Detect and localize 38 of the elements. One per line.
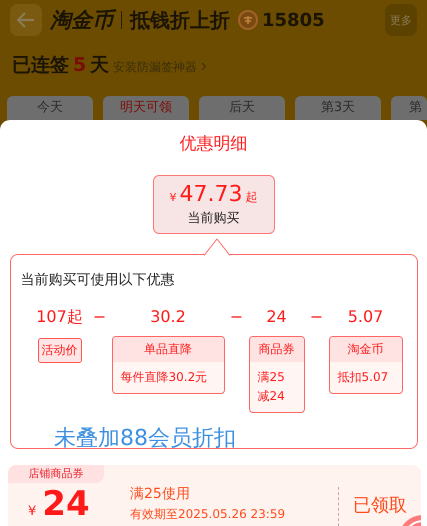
- day-tab[interactable]: 今天: [7, 96, 93, 120]
- card-detail: 满25减24: [256, 369, 286, 405]
- term-value: 30.2: [150, 307, 186, 326]
- coin-count: 15805: [262, 10, 325, 30]
- card-detail: 每件直降30.2元: [120, 369, 208, 386]
- card-title: 商品券: [250, 337, 304, 362]
- price-amount: 47.73: [180, 182, 242, 207]
- currency-sign: ¥: [170, 191, 176, 204]
- coupon-currency: ¥: [28, 504, 36, 519]
- minus-sign: −: [310, 307, 324, 326]
- card-title: 单品直降: [112, 337, 224, 362]
- coupon-amount: 24: [42, 487, 90, 521]
- term-value: 5.07: [348, 307, 384, 326]
- price-caption: 当前购买: [188, 210, 240, 227]
- streak-label: 已连签: [12, 53, 69, 78]
- term-value: 107起: [36, 307, 83, 328]
- coupon-tag: 店铺商品券: [8, 465, 104, 483]
- coupon-validity: 有效期至2025.05.26 23:59: [130, 506, 286, 523]
- price-suffix: 起: [245, 189, 258, 206]
- card-detail: 抵扣5.07: [336, 369, 390, 386]
- minus-sign: −: [230, 307, 244, 326]
- day-tab[interactable]: 第: [391, 96, 427, 120]
- day-tab[interactable]: 第3天: [295, 96, 381, 120]
- sheet-title: 优惠明细: [180, 133, 248, 155]
- streak-days: 5: [73, 54, 86, 76]
- more-button[interactable]: 更多: [385, 4, 417, 36]
- term-value: 24: [266, 307, 287, 326]
- day-tab[interactable]: 明天可领: [103, 96, 189, 120]
- day-tab[interactable]: 后天: [199, 96, 285, 120]
- panel-title: 当前购买可使用以下优惠: [20, 271, 176, 289]
- coupon-status: 已领取: [353, 494, 407, 517]
- page-subtitle: 抵钱折上折: [130, 6, 230, 34]
- coupon-condition: 满25使用: [130, 485, 191, 503]
- minus-sign: −: [92, 307, 106, 326]
- term-tag: 活动价: [38, 338, 82, 363]
- streak-unit: 天: [90, 53, 110, 78]
- card-title: 淘金币: [330, 337, 402, 362]
- note-text: 未叠加88会员折扣: [54, 425, 236, 453]
